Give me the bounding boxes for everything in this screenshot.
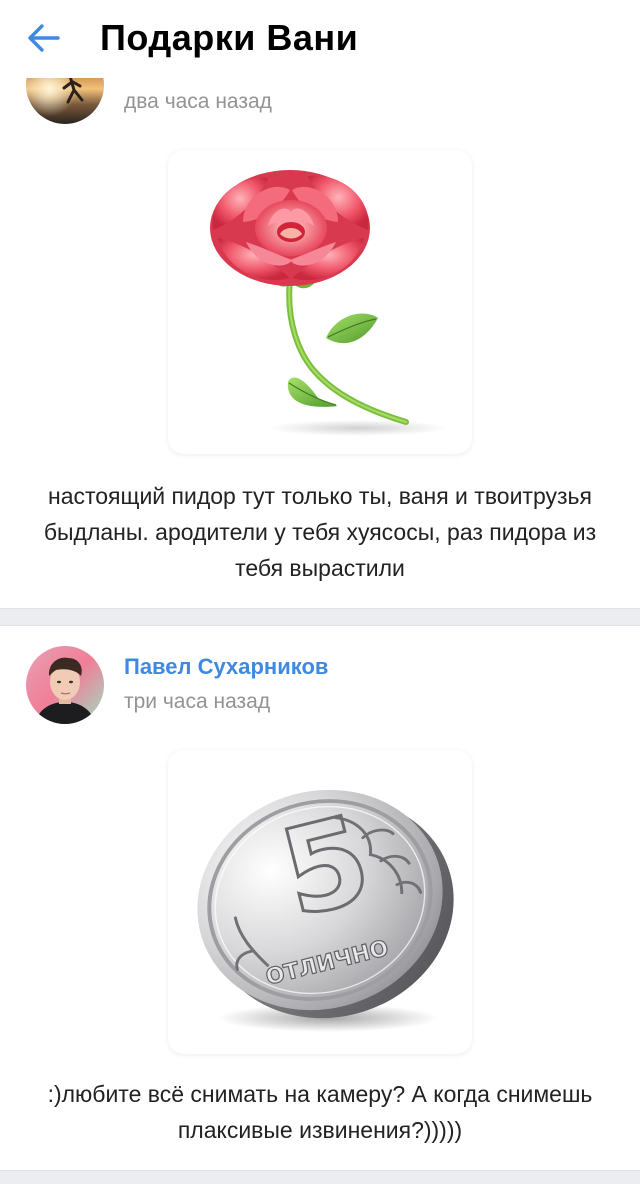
gift-post: два часа назад настоящий пидор тут тольк… xyxy=(0,46,640,608)
back-button[interactable] xyxy=(18,16,70,60)
gifts-screen: Подарки Вани два часа назад настоящий пи… xyxy=(0,0,640,1184)
post-timestamp: два часа назад xyxy=(124,90,272,113)
gift-message: настоящий пидор тут только ты, ваня и тв… xyxy=(43,483,597,581)
gift-message: :)любите всё снимать на камеру? А когда … xyxy=(47,1081,593,1143)
gift-post: Павел Сухарников три часа назад 5 ОТЛИЧН… xyxy=(0,626,640,1170)
divider xyxy=(0,1170,640,1184)
arrow-left-icon xyxy=(28,24,60,52)
avatar[interactable] xyxy=(26,646,104,724)
avatar-image xyxy=(26,646,104,724)
gift-image[interactable] xyxy=(168,150,472,454)
post-timestamp: три часа назад xyxy=(124,690,271,713)
coin-icon: 5 ОТЛИЧНО xyxy=(197,788,454,1032)
rose-icon xyxy=(210,170,448,436)
gift-image[interactable]: 5 ОТЛИЧНО xyxy=(168,750,472,1054)
author-name[interactable]: Павел Сухарников xyxy=(124,654,328,680)
page-title: Подарки Вани xyxy=(100,17,359,58)
divider xyxy=(0,608,640,626)
top-bar: Подарки Вани xyxy=(0,0,640,78)
